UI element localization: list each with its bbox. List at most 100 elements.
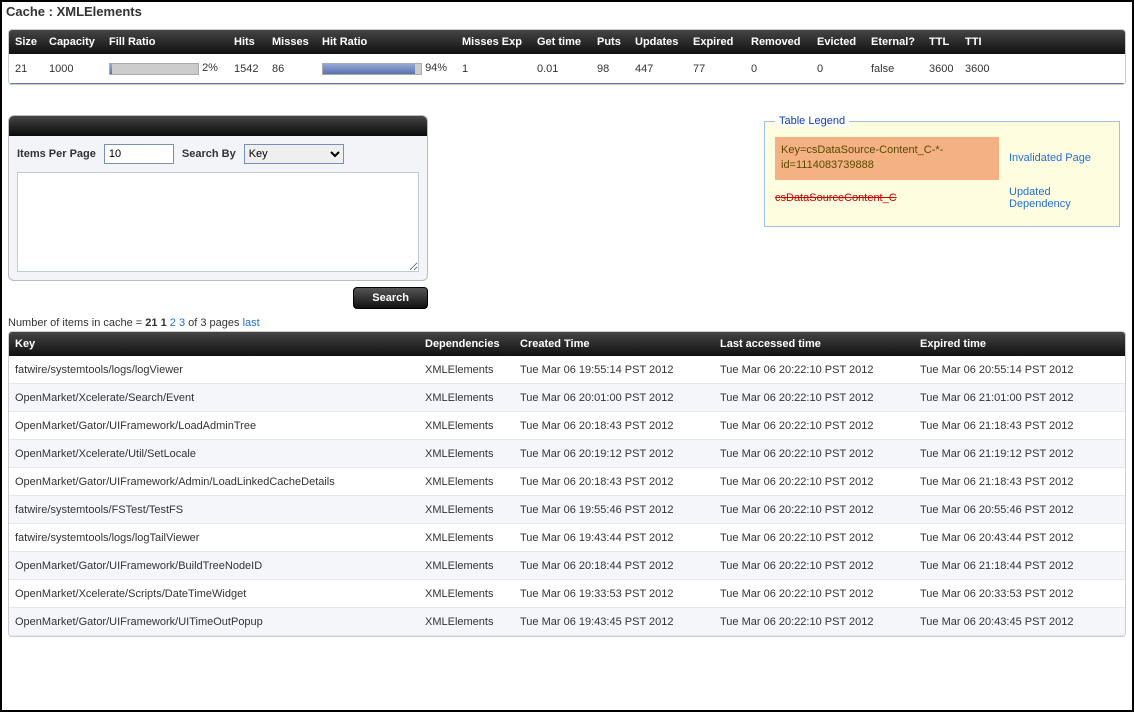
cell-dep: XMLElements (419, 388, 514, 408)
cell-accessed: Tue Mar 06 20:22:10 PST 2012 (714, 612, 914, 632)
table-row[interactable]: OpenMarket/Xcelerate/Search/EventXMLElem… (9, 384, 1125, 412)
cell-expired: Tue Mar 06 21:18:43 PST 2012 (914, 472, 1114, 492)
search-by-label: Search By (182, 148, 236, 160)
val-fillratio: 2% (103, 58, 228, 78)
table-legend: Table Legend Key=csDataSource-Content_C-… (762, 115, 1122, 227)
col-accessed[interactable]: Last accessed time (714, 334, 914, 354)
table-row[interactable]: OpenMarket/Gator/UIFramework/UITimeOutPo… (9, 608, 1125, 636)
items-per-page-label: Items Per Page (17, 148, 96, 160)
cell-accessed: Tue Mar 06 20:22:10 PST 2012 (714, 584, 914, 604)
cell-dep: XMLElements (419, 444, 514, 464)
col-misses: Misses (266, 32, 316, 52)
table-row[interactable]: OpenMarket/Gator/UIFramework/BuildTreeNo… (9, 552, 1125, 580)
val-gettime: 0.01 (531, 59, 591, 79)
search-panel: Items Per Page Search By Key (8, 115, 428, 281)
cell-key: OpenMarket/Xcelerate/Search/Event (9, 388, 419, 408)
cell-created: Tue Mar 06 20:01:00 PST 2012 (514, 388, 714, 408)
col-expired: Expired (687, 32, 745, 52)
stats-table: Size Capacity Fill Ratio Hits Misses Hit… (8, 29, 1126, 85)
cell-expired: Tue Mar 06 20:33:53 PST 2012 (914, 584, 1114, 604)
search-button[interactable]: Search (353, 287, 428, 309)
page-2-link[interactable]: 2 (170, 317, 176, 329)
cell-accessed: Tue Mar 06 20:22:10 PST 2012 (714, 444, 914, 464)
cell-key: fatwire/systemtools/FSTest/TestFS (9, 500, 419, 520)
col-key[interactable]: Key (9, 334, 419, 354)
val-misses: 86 (266, 59, 316, 79)
col-hits: Hits (228, 32, 266, 52)
cell-created: Tue Mar 06 20:18:43 PST 2012 (514, 416, 714, 436)
page-title: Cache : XMLElements (2, 2, 1132, 21)
val-ttl: 3600 (923, 59, 959, 79)
page-current: 1 (161, 317, 167, 329)
cell-key: fatwire/systemtools/logs/logViewer (9, 360, 419, 380)
cell-created: Tue Mar 06 20:19:12 PST 2012 (514, 444, 714, 464)
page-last-link[interactable]: last (243, 317, 260, 329)
table-row[interactable]: fatwire/systemtools/logs/logViewerXMLEle… (9, 356, 1125, 384)
col-removed: Removed (745, 32, 811, 52)
col-size: Size (9, 32, 43, 52)
col-evicted: Evicted (811, 32, 865, 52)
val-size: 21 (9, 59, 43, 79)
cell-dep: XMLElements (419, 500, 514, 520)
table-row[interactable]: OpenMarket/Gator/UIFramework/Admin/LoadL… (9, 468, 1125, 496)
search-textarea[interactable] (17, 172, 419, 272)
cell-expired: Tue Mar 06 21:18:43 PST 2012 (914, 416, 1114, 436)
legend-invalidated-label: Invalidated Page (1009, 152, 1109, 164)
cell-expired: Tue Mar 06 21:01:00 PST 2012 (914, 388, 1114, 408)
cell-dep: XMLElements (419, 472, 514, 492)
col-ttl: TTL (923, 32, 959, 52)
cell-expired: Tue Mar 06 20:43:44 PST 2012 (914, 528, 1114, 548)
cell-accessed: Tue Mar 06 20:22:10 PST 2012 (714, 360, 914, 380)
legend-invalidated-sample: Key=csDataSource-Content_C-*-id=11140837… (775, 137, 999, 180)
col-gettime: Get time (531, 32, 591, 52)
table-row[interactable]: fatwire/systemtools/FSTest/TestFSXMLElem… (9, 496, 1125, 524)
col-capacity: Capacity (43, 32, 103, 52)
table-row[interactable]: OpenMarket/Gator/UIFramework/LoadAdminTr… (9, 412, 1125, 440)
col-missesexp: Misses Exp (456, 32, 531, 52)
val-updates: 447 (629, 59, 687, 79)
cell-accessed: Tue Mar 06 20:22:10 PST 2012 (714, 388, 914, 408)
search-by-select[interactable]: Key (244, 144, 344, 164)
cell-dep: XMLElements (419, 556, 514, 576)
cell-created: Tue Mar 06 19:55:14 PST 2012 (514, 360, 714, 380)
legend-updated-sample: csDataSourceContent_C (775, 192, 999, 204)
legend-title: Table Legend (775, 115, 849, 127)
cell-dep: XMLElements (419, 360, 514, 380)
cell-dep: XMLElements (419, 416, 514, 436)
table-row[interactable]: OpenMarket/Xcelerate/Scripts/DateTimeWid… (9, 580, 1125, 608)
table-row[interactable]: fatwire/systemtools/logs/logTailViewerXM… (9, 524, 1125, 552)
col-expired-time[interactable]: Expired time (914, 334, 1114, 354)
col-updates: Updates (629, 32, 687, 52)
val-eternal: false (865, 59, 923, 79)
cell-accessed: Tue Mar 06 20:22:10 PST 2012 (714, 528, 914, 548)
cell-created: Tue Mar 06 19:43:45 PST 2012 (514, 612, 714, 632)
stats-row: 21 1000 2% 1542 86 94% 1 0.01 98 447 77 … (9, 54, 1125, 84)
col-dependencies[interactable]: Dependencies (419, 334, 514, 354)
val-hits: 1542 (228, 59, 266, 79)
cell-key: OpenMarket/Gator/UIFramework/LoadAdminTr… (9, 416, 419, 436)
col-eternal: Eternal? (865, 32, 923, 52)
col-created[interactable]: Created Time (514, 334, 714, 354)
panel-header (9, 116, 427, 136)
legend-updated-label: Updated Dependency (1009, 186, 1109, 210)
cell-created: Tue Mar 06 20:18:44 PST 2012 (514, 556, 714, 576)
cell-key: OpenMarket/Xcelerate/Util/SetLocale (9, 444, 419, 464)
cell-expired: Tue Mar 06 21:19:12 PST 2012 (914, 444, 1114, 464)
cell-expired: Tue Mar 06 20:43:45 PST 2012 (914, 612, 1114, 632)
cell-accessed: Tue Mar 06 20:22:10 PST 2012 (714, 416, 914, 436)
cell-created: Tue Mar 06 19:55:46 PST 2012 (514, 500, 714, 520)
cell-expired: Tue Mar 06 20:55:14 PST 2012 (914, 360, 1114, 380)
col-puts: Puts (591, 32, 629, 52)
val-expired: 77 (687, 59, 745, 79)
val-evicted: 0 (811, 59, 865, 79)
col-hitratio: Hit Ratio (316, 32, 456, 52)
cell-expired: Tue Mar 06 21:18:44 PST 2012 (914, 556, 1114, 576)
count-line: Number of items in cache = 21 1 2 3 of 3… (8, 317, 1126, 329)
table-row[interactable]: OpenMarket/Xcelerate/Util/SetLocaleXMLEl… (9, 440, 1125, 468)
cell-dep: XMLElements (419, 612, 514, 632)
cell-created: Tue Mar 06 20:18:43 PST 2012 (514, 472, 714, 492)
cell-accessed: Tue Mar 06 20:22:10 PST 2012 (714, 556, 914, 576)
cell-created: Tue Mar 06 19:33:53 PST 2012 (514, 584, 714, 604)
items-per-page-input[interactable] (104, 144, 174, 164)
cell-key: OpenMarket/Xcelerate/Scripts/DateTimeWid… (9, 584, 419, 604)
